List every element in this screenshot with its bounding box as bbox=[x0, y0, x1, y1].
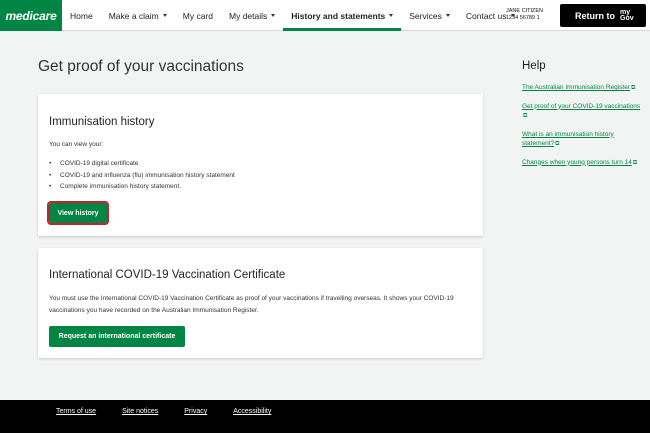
chevron-down-icon bbox=[162, 14, 167, 17]
nav-item-home[interactable]: Home bbox=[62, 0, 101, 31]
help-link-proof-of-vaccinations[interactable]: Get proof of your COVID-19 vaccinations⧉ bbox=[522, 102, 642, 122]
help-link-what-is-statement[interactable]: What is an immunisation history statemen… bbox=[522, 130, 642, 150]
view-history-button[interactable]: View history bbox=[47, 201, 109, 225]
footer-link-site-notices[interactable]: Site notices bbox=[122, 408, 158, 415]
footer-link-privacy[interactable]: Privacy bbox=[184, 408, 207, 415]
user-info: JANE CITIZEN 1234 56789 1 bbox=[506, 8, 543, 22]
top-navigation-bar: medicare Home Make a claim My card My de… bbox=[0, 0, 650, 31]
user-medicare-number: 1234 56789 1 bbox=[506, 15, 540, 21]
page-title: Get proof of your vaccinations bbox=[38, 58, 244, 75]
medicare-logo[interactable]: medicare bbox=[0, 0, 62, 31]
nav-label: Home bbox=[70, 10, 93, 21]
nav-label: My details bbox=[229, 10, 268, 21]
nav-label: My card bbox=[182, 10, 213, 21]
nav-item-services[interactable]: Services bbox=[401, 0, 458, 31]
international-certificate-card: International COVID-19 Vaccination Certi… bbox=[38, 248, 483, 358]
help-heading: Help bbox=[522, 60, 546, 72]
card-intro: You can view your: bbox=[49, 141, 104, 148]
mygov-logo: my Gov bbox=[620, 8, 634, 22]
help-link-immunisation-register[interactable]: The Australian Immunisation Register⧉ bbox=[522, 83, 642, 94]
footer-links: Terms of use Site notices Privacy Access… bbox=[56, 408, 297, 415]
nav-item-history-and-statements[interactable]: History and statements bbox=[283, 0, 402, 31]
help-link-young-persons[interactable]: Changes when young persons turn 14⧉ bbox=[522, 158, 642, 169]
chevron-down-icon bbox=[271, 14, 276, 17]
help-links: The Australian Immunisation Register⧉ Ge… bbox=[522, 83, 642, 176]
external-link-icon: ⧉ bbox=[632, 159, 638, 166]
external-link-icon: ⧉ bbox=[631, 85, 636, 91]
nav-label: Make a claim bbox=[108, 10, 159, 21]
chevron-down-icon bbox=[389, 14, 394, 17]
bullet-list: COVID-19 digital certificate COVID-19 an… bbox=[49, 158, 235, 193]
user-name: JANE CITIZEN bbox=[506, 8, 543, 14]
immunisation-history-card: Immunisation history You can view your: … bbox=[38, 94, 483, 236]
footer-link-terms-of-use[interactable]: Terms of use bbox=[56, 408, 96, 415]
footer-link-accessibility[interactable]: Accessibility bbox=[233, 408, 271, 415]
return-to-mygov-button[interactable]: Return to my Gov bbox=[560, 4, 646, 27]
list-item: COVID-19 and influenza (flu) immunisatio… bbox=[49, 170, 235, 182]
external-link-icon: ⧉ bbox=[555, 141, 560, 147]
external-link-icon: ⧉ bbox=[523, 113, 528, 119]
nav-item-my-card[interactable]: My card bbox=[175, 0, 221, 31]
card-heading: International COVID-19 Vaccination Certi… bbox=[49, 269, 286, 281]
card-description: You must use the International COVID-19 … bbox=[49, 295, 454, 314]
nav-item-my-details[interactable]: My details bbox=[221, 0, 283, 31]
main-nav: Home Make a claim My card My details His… bbox=[62, 0, 523, 31]
footer: Terms of use Site notices Privacy Access… bbox=[0, 400, 650, 433]
request-international-certificate-button[interactable]: Request an international certificate bbox=[49, 326, 185, 347]
chevron-down-icon bbox=[445, 14, 450, 17]
card-heading: Immunisation history bbox=[49, 116, 155, 128]
list-item: Complete immunisation history statement. bbox=[49, 181, 235, 193]
list-item: COVID-19 digital certificate bbox=[49, 158, 235, 170]
nav-label: Services bbox=[409, 10, 442, 21]
nav-label: Contact us bbox=[465, 10, 507, 21]
nav-label: History and statements bbox=[291, 10, 386, 21]
nav-item-make-a-claim[interactable]: Make a claim bbox=[101, 0, 175, 31]
return-to-label: Return to bbox=[575, 10, 615, 21]
